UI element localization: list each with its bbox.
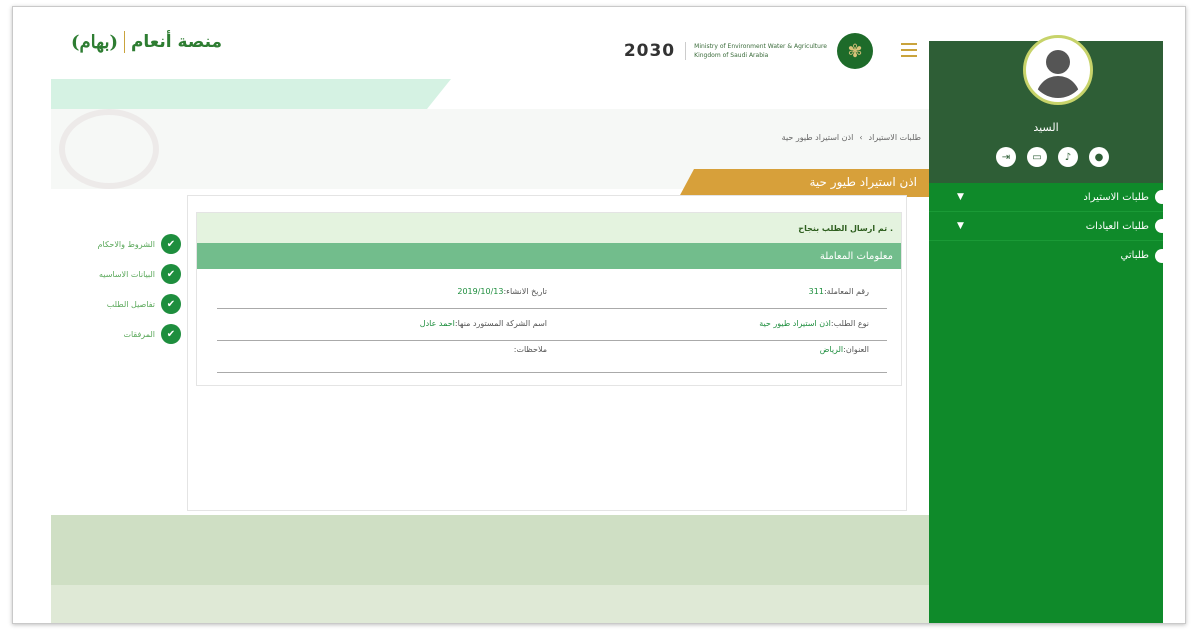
transaction-card: تم ارسال الطلب بنجاح . معلومات المعاملة …: [187, 195, 907, 511]
breadcrumb-item-current: اذن استيراد طيور حية: [781, 133, 854, 142]
menu-bullet-icon: [1155, 248, 1169, 263]
ministry-name-en: Ministry of Environment Water & Agricult…: [694, 43, 827, 50]
card-icon[interactable]: ▭: [1027, 147, 1047, 167]
menu-bullet-icon: [1155, 219, 1169, 233]
footer-band-lower: [51, 585, 929, 623]
breadcrumb: طلبات الاستيراد › اذن استيراد طيور حية: [782, 133, 921, 142]
step-label: الشروط والاحكام: [97, 239, 155, 249]
sidebar-item-my-requests[interactable]: طلباتي: [929, 241, 1169, 270]
chat-icon[interactable]: ●: [1089, 147, 1109, 167]
banner-accent: [51, 79, 451, 109]
step-label: البيانات الاساسيه: [99, 269, 155, 279]
menu-toggle-icon[interactable]: [901, 43, 917, 61]
created-date: تاريخ الانشاء:2019/10/13: [457, 287, 547, 296]
check-icon: ✔: [161, 294, 181, 314]
breadcrumb-item-import-requests[interactable]: طلبات الاستيراد: [869, 133, 921, 142]
check-icon: ✔: [161, 234, 181, 254]
user-avatar-icon: [1030, 42, 1086, 98]
top-banner: [51, 79, 929, 109]
brand-divider: [123, 31, 125, 53]
menu-bullet-icon: [1155, 190, 1169, 204]
user-name: السيد: [1033, 121, 1059, 134]
platform-name: منصة أنعام: [130, 32, 223, 52]
browser-frame: منصة أنعام (بهام) 2030 Ministry of Envir…: [12, 6, 1186, 624]
notes: ملاحظات:: [513, 345, 547, 354]
sidebar-item-label: طلباتي: [1120, 250, 1149, 261]
page-title-bar: اذن استيراد طيور حية: [679, 169, 929, 197]
step-basic-info[interactable]: البيانات الاساسيه ✔: [51, 259, 181, 289]
transaction-number: رقم المعاملة:311: [808, 287, 869, 296]
step-label: المرفقات: [123, 329, 155, 339]
check-icon: ✔: [161, 264, 181, 284]
check-icon: ✔: [161, 324, 181, 344]
details-row: العنوان:الرياض ملاحظات:: [217, 341, 887, 373]
ministry-name-sub: Kingdom of Saudi Arabia: [694, 52, 769, 59]
chevron-down-icon: ▼: [957, 192, 964, 202]
transaction-details: تم ارسال الطلب بنجاح . معلومات المعاملة …: [196, 212, 902, 386]
logout-icon[interactable]: ⇥: [996, 147, 1016, 167]
details-row: رقم المعاملة:311 تاريخ الانشاء:2019/10/1…: [217, 277, 887, 309]
ministry-name: Ministry of Environment Water & Agricult…: [685, 42, 827, 60]
chevron-down-icon: ▼: [957, 221, 964, 231]
vision-2030-logo: 2030: [623, 41, 676, 61]
main-content: طلبات الاستيراد › اذن استيراد طيور حية ا…: [51, 79, 929, 623]
sidebar-item-import-requests[interactable]: ▼ طلبات الاستيراد: [929, 183, 1169, 212]
step-attachments[interactable]: المرفقات ✔: [51, 319, 181, 349]
anaam-logo: (بهام): [71, 31, 118, 53]
sidebar-item-label: طلبات العيادات: [1085, 220, 1149, 232]
success-alert: تم ارسال الطلب بنجاح .: [197, 213, 901, 243]
sidebar-item-label: طلبات الاستيراد: [1083, 191, 1149, 203]
steps-list: الشروط والاحكام ✔ البيانات الاساسيه ✔ تف…: [51, 229, 181, 349]
request-type: نوع الطلب:اذن استيراد طيور حية: [759, 319, 869, 328]
top-header: منصة أنعام (بهام) 2030 Ministry of Envir…: [51, 21, 931, 79]
brand[interactable]: منصة أنعام (بهام): [71, 31, 222, 53]
importer-company: اسم الشركة المستورد منها:احمد عادل: [419, 319, 547, 328]
address: العنوان:الرياض: [819, 345, 869, 354]
user-panel: السيد ⇥ ▭ ♪ ●: [929, 35, 1163, 183]
step-request-details[interactable]: تفاصيل الطلب ✔: [51, 289, 181, 319]
footer-band: [51, 515, 929, 585]
step-terms[interactable]: الشروط والاحكام ✔: [51, 229, 181, 259]
avatar[interactable]: [1022, 35, 1094, 107]
ministry-emblem-icon: ✾: [837, 33, 873, 69]
ministry-logos: 2030 Ministry of Environment Water & Agr…: [624, 33, 873, 69]
details-row: نوع الطلب:اذن استيراد طيور حية اسم الشرك…: [217, 309, 887, 341]
step-label: تفاصيل الطلب: [106, 299, 155, 309]
section-title: معلومات المعاملة: [197, 243, 901, 269]
sidebar-item-clinic-requests[interactable]: ▼ طلبات العيادات: [929, 212, 1169, 241]
bell-icon[interactable]: ♪: [1058, 147, 1078, 167]
user-actions: ⇥ ▭ ♪ ●: [996, 147, 1109, 167]
watermark-logo: [59, 109, 159, 189]
page-title: اذن استيراد طيور حية: [809, 175, 917, 189]
breadcrumb-separator-icon: ›: [859, 133, 863, 142]
sidebar: السيد ⇥ ▭ ♪ ● ▼ طلبات الاستيراد ▼ طلبات …: [929, 35, 1169, 623]
